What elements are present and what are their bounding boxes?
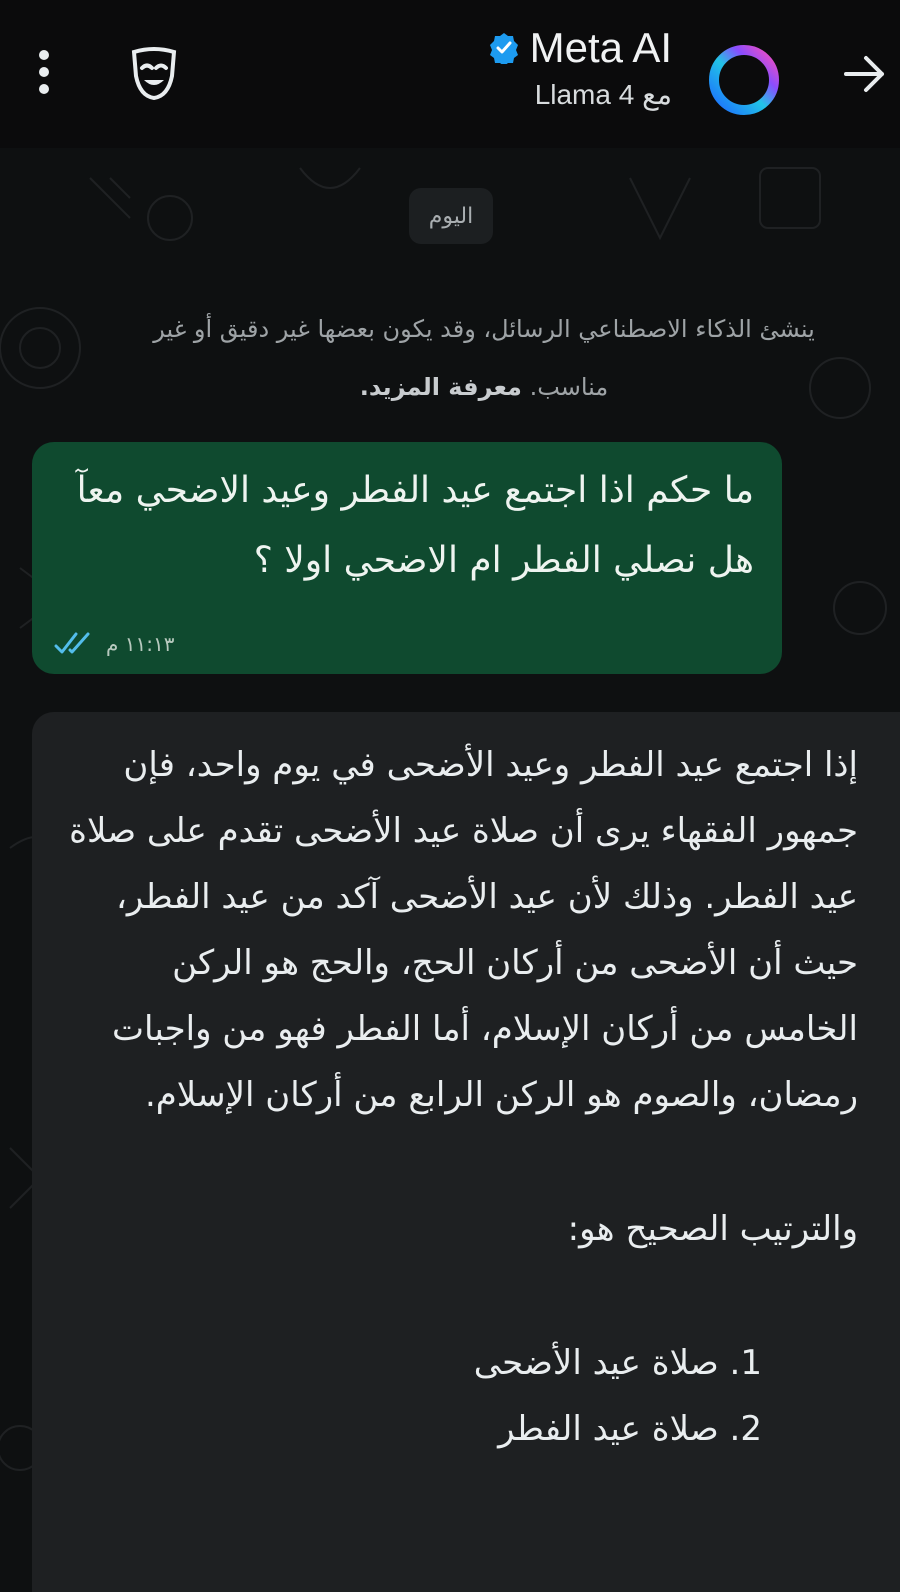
answer-paragraph: إذا اجتمع عيد الفطر وعيد الأضحى في يوم و… xyxy=(69,745,858,1115)
answer-order-heading: والترتيب الصحيح هو: xyxy=(567,1209,858,1249)
chat-title-block[interactable]: Meta AI مع Llama 4 xyxy=(488,24,672,111)
meta-ai-ring-icon[interactable] xyxy=(704,40,784,120)
incoming-message-text: إذا اجتمع عيد الفطر وعيد الأضحى في يوم و… xyxy=(58,732,858,1462)
chat-title: Meta AI xyxy=(529,24,672,71)
chat-header: Meta AI مع Llama 4 xyxy=(0,0,900,148)
more-options-icon[interactable] xyxy=(34,50,54,100)
learn-more-link[interactable]: معرفة المزيد. xyxy=(360,373,522,401)
message-meta: ١١:١٣ م xyxy=(54,632,174,656)
chat-area[interactable]: اليوم ينشئ الذكاء الاصطناعي الرسائل، وقد… xyxy=(0,148,900,1592)
date-chip: اليوم xyxy=(409,188,493,244)
incoming-message-bubble[interactable]: إذا اجتمع عيد الفطر وعيد الأضحى في يوم و… xyxy=(32,712,900,1592)
outgoing-message-text: ما حكم اذا اجتمع عيد الفطر وعيد الاضحي م… xyxy=(76,470,754,581)
double-check-icon xyxy=(54,632,90,654)
outgoing-message-bubble[interactable]: ما حكم اذا اجتمع عيد الفطر وعيد الاضحي م… xyxy=(32,442,782,674)
list-item: 2. صلاة عيد الفطر xyxy=(498,1409,762,1449)
ai-disclaimer-notice: ينشئ الذكاء الاصطناعي الرسائل، وقد يكون … xyxy=(120,300,848,416)
verified-badge-icon xyxy=(489,33,518,64)
mask-icon[interactable] xyxy=(128,46,180,104)
list-item: 1. صلاة عيد الأضحى xyxy=(473,1343,762,1383)
message-time: ١١:١٣ م xyxy=(106,632,175,656)
chat-subtitle: مع Llama 4 xyxy=(534,79,672,110)
arrow-right-icon[interactable] xyxy=(842,48,888,100)
